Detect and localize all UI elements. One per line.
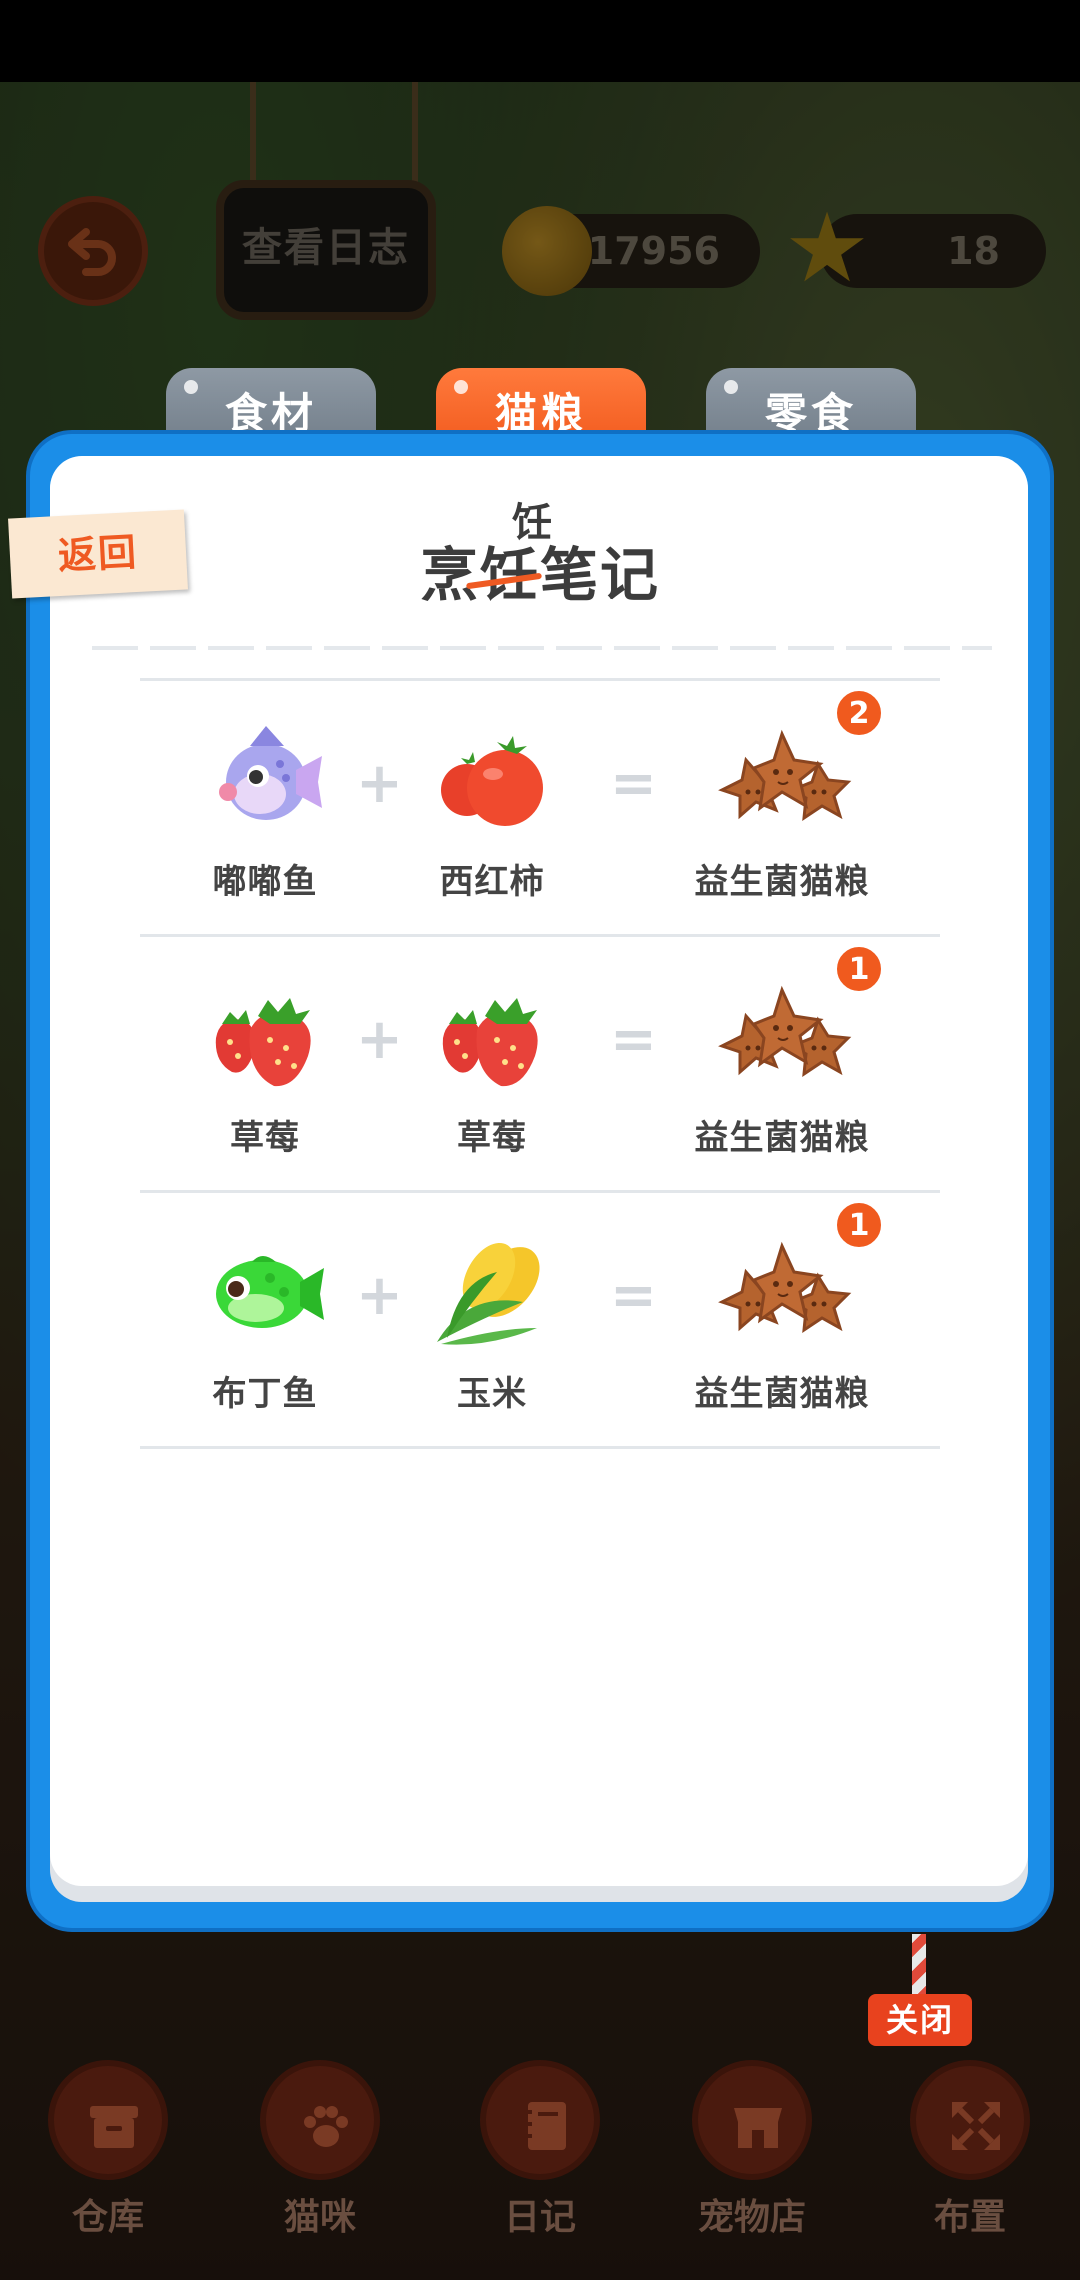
shop-icon xyxy=(692,2060,812,2180)
nav-label: 宠物店 xyxy=(697,2197,806,2238)
return-button[interactable]: 返回 xyxy=(8,509,188,599)
plus-sign: + xyxy=(356,1007,403,1072)
recipe-ingredient-b[interactable]: 草莓 xyxy=(412,976,572,1159)
expand-icon xyxy=(910,2060,1030,2180)
equals-sign: = xyxy=(610,751,657,816)
recipe-ingredient-a[interactable]: 嘟嘟鱼 xyxy=(185,720,345,903)
item-label: 玉米 xyxy=(457,1374,527,1414)
nav-item-expand[interactable]: 布置 xyxy=(900,2060,1040,2240)
nav-label: 仓库 xyxy=(71,2197,144,2238)
nav-item-shop[interactable]: 宠物店 xyxy=(682,2060,822,2240)
star-biscuit-icon xyxy=(702,720,862,840)
recipe-result[interactable]: 益生菌猫粮 xyxy=(672,1232,892,1415)
strawberry-icon xyxy=(427,976,557,1096)
equals-sign: = xyxy=(610,1007,657,1072)
item-label: 益生菌猫粮 xyxy=(694,1118,870,1158)
recipe-ingredient-a[interactable]: 布丁鱼 xyxy=(185,1232,345,1415)
recipe-ingredient-a[interactable]: 草莓 xyxy=(185,976,345,1159)
title-divider xyxy=(92,646,992,650)
item-label: 益生菌猫粮 xyxy=(694,862,870,902)
count-badge: 1 xyxy=(834,1200,884,1250)
close-button[interactable]: 关闭 xyxy=(868,1994,972,2046)
status-bar xyxy=(0,0,1080,82)
row-divider xyxy=(140,678,940,681)
plus-sign: + xyxy=(356,1263,403,1328)
plus-sign: + xyxy=(356,751,403,816)
item-label: 益生菌猫粮 xyxy=(694,1374,870,1414)
tomato-icon xyxy=(427,720,557,840)
item-label: 草莓 xyxy=(457,1118,527,1158)
puffer-fish-icon xyxy=(200,720,330,840)
count-badge: 1 xyxy=(834,944,884,994)
row-divider xyxy=(140,934,940,937)
nav-item-box[interactable]: 仓库 xyxy=(38,2060,178,2240)
strawberry-icon xyxy=(200,976,330,1096)
count-badge: 2 xyxy=(834,688,884,738)
equals-sign: = xyxy=(610,1263,657,1328)
corn-icon xyxy=(427,1232,557,1352)
item-label: 布丁鱼 xyxy=(212,1374,318,1414)
row-divider xyxy=(140,1446,940,1449)
star-biscuit-icon xyxy=(702,1232,862,1352)
recipe-result[interactable]: 益生菌猫粮 xyxy=(672,720,892,903)
nav-label: 日记 xyxy=(503,2197,576,2238)
item-label: 西红柿 xyxy=(439,862,545,902)
item-label: 嘟嘟鱼 xyxy=(212,862,318,902)
green-fish-icon xyxy=(200,1232,330,1352)
notebook-page xyxy=(50,456,1028,1886)
nav-label: 猫咪 xyxy=(283,2197,356,2238)
nav-item-notebook[interactable]: 日记 xyxy=(470,2060,610,2240)
nav-item-paw[interactable]: 猫咪 xyxy=(250,2060,390,2240)
recipe-ingredient-b[interactable]: 西红柿 xyxy=(412,720,572,903)
title-correction: 饪 xyxy=(512,500,552,546)
box-icon xyxy=(48,2060,168,2180)
notebook-icon xyxy=(480,2060,600,2180)
recipe-ingredient-b[interactable]: 玉米 xyxy=(412,1232,572,1415)
star-biscuit-icon xyxy=(702,976,862,1096)
nav-label: 布置 xyxy=(933,2197,1006,2238)
paw-icon xyxy=(260,2060,380,2180)
recipe-result[interactable]: 益生菌猫粮 xyxy=(672,976,892,1159)
item-label: 草莓 xyxy=(230,1118,300,1158)
row-divider xyxy=(140,1190,940,1193)
